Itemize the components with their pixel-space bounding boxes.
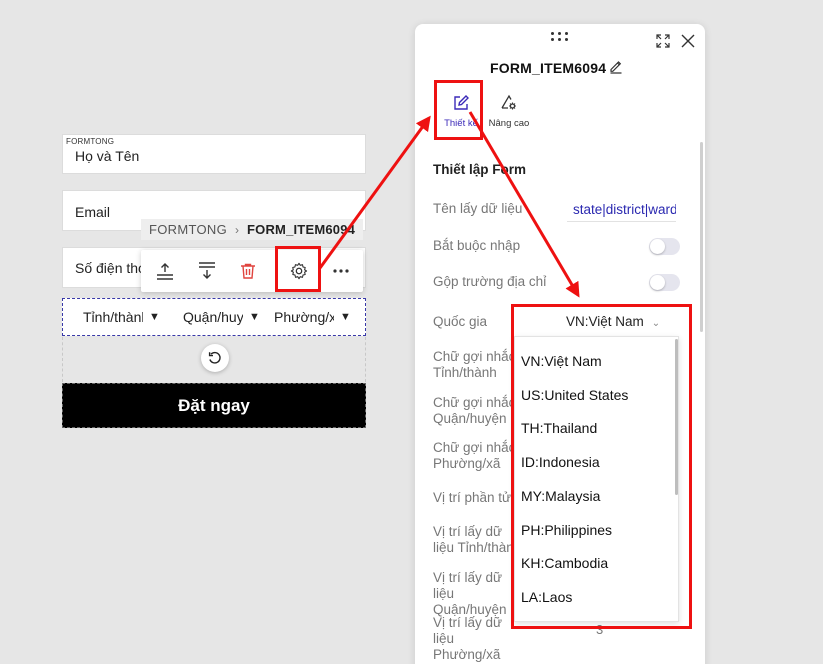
move-down-icon[interactable]: [195, 259, 219, 283]
required-toggle[interactable]: [649, 238, 680, 255]
province-select[interactable]: Tỉnh/thành ▼: [83, 309, 160, 325]
tab-advanced-label: Nâng cao: [488, 118, 530, 129]
trash-icon[interactable]: [236, 259, 260, 283]
merge-address-toggle[interactable]: [649, 274, 680, 291]
refresh-zone: [62, 337, 366, 382]
caret-down-icon: ▼: [249, 311, 260, 323]
ward-select[interactable]: Phường/xã ▼: [274, 309, 351, 325]
caret-down-icon: ▼: [340, 311, 351, 323]
more-icon[interactable]: [329, 259, 353, 283]
element-toolbar: [141, 250, 363, 292]
merge-address-label: Gộp trường địa chỉ: [433, 274, 547, 289]
email-field-label: Email: [75, 204, 111, 220]
form-tag: FORMTONG: [66, 137, 115, 146]
dropdown-highlight-box: [511, 304, 692, 629]
submit-button[interactable]: Đặt ngay: [62, 383, 366, 428]
data-pos-district-label: Vị trí lấy dữ liệu Quận/huyện: [433, 570, 507, 617]
required-label: Bắt buộc nhập: [433, 238, 521, 253]
element-position-label: Vị trí phần tử: [433, 490, 512, 505]
caret-down-icon: ▼: [149, 311, 160, 323]
breadcrumb-separator: ›: [235, 222, 239, 237]
breadcrumb-current: FORM_ITEM6094: [247, 222, 356, 237]
close-icon[interactable]: [681, 34, 695, 48]
ward-select-label: Phường/xã: [274, 309, 334, 325]
gear-highlight-box: [275, 246, 321, 292]
address-select-row[interactable]: Tỉnh/thành ▼ Quận/huyện ▼ Phường/xã ▼: [62, 298, 366, 336]
district-select[interactable]: Quận/huyện ▼: [183, 309, 260, 325]
country-label: Quốc gia: [433, 314, 488, 329]
name-field-label: Họ và Tên: [75, 148, 140, 164]
hint-district-label: Chữ gợi nhắc Quận/huyện: [433, 395, 516, 426]
province-select-label: Tỉnh/thành: [83, 309, 143, 325]
panel-title: FORM_ITEM6094: [490, 60, 607, 76]
expand-icon[interactable]: [656, 34, 670, 48]
rotate-icon[interactable]: [201, 344, 229, 372]
field-name-input[interactable]: state|district|ward: [567, 195, 676, 222]
panel-scrollbar[interactable]: [700, 142, 703, 332]
hint-province-label: Chữ gợi nhắc Tỉnh/thành: [433, 349, 516, 380]
data-pos-province-label: Vị trí lấy dữ liệu Tỉnh/thành: [433, 524, 522, 555]
move-up-icon[interactable]: [153, 259, 177, 283]
section-title: Thiết lập Form: [433, 162, 527, 177]
pencil-icon[interactable]: [608, 58, 624, 74]
tab-advanced[interactable]: Nâng cao: [485, 90, 533, 129]
advanced-settings-icon: [485, 90, 533, 112]
drag-handle-icon[interactable]: [551, 32, 569, 42]
district-select-label: Quận/huyện: [183, 309, 243, 325]
design-tab-highlight-box: [434, 80, 483, 140]
hint-ward-label: Chữ gợi nhắc Phường/xã: [433, 440, 516, 471]
name-field[interactable]: FORMTONG Họ và Tên: [62, 134, 366, 174]
data-pos-ward-label: Vị trí lấy dữ liệu Phường/xã: [433, 615, 503, 662]
breadcrumb-root[interactable]: FORMTONG: [149, 222, 227, 237]
field-name-label: Tên lấy dữ liệu: [433, 201, 523, 216]
breadcrumb: FORMTONG › FORM_ITEM6094: [141, 219, 364, 240]
